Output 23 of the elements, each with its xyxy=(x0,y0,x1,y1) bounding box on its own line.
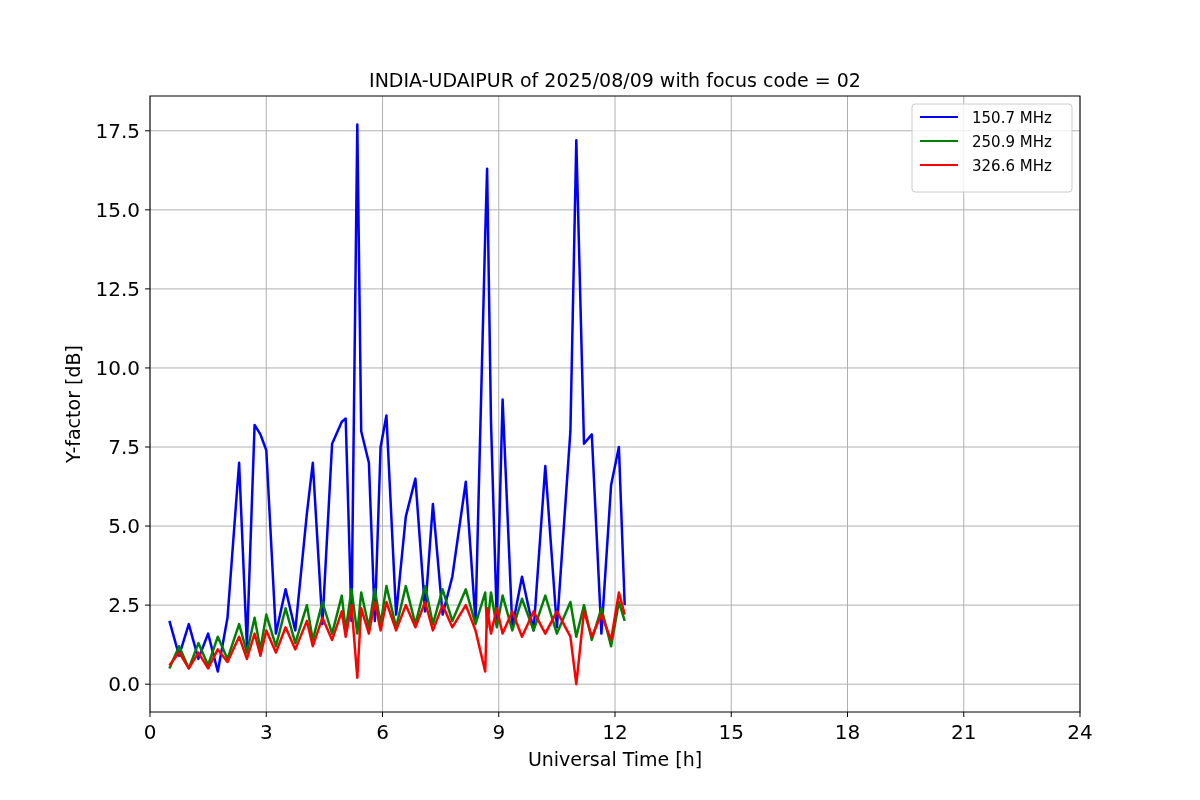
x-tick-label: 3 xyxy=(259,720,273,744)
x-tick-label: 9 xyxy=(492,720,506,744)
y-tick-label: 15.0 xyxy=(95,197,140,222)
x-tick-label: 12 xyxy=(602,720,628,744)
legend-label: 150.7 MHz xyxy=(972,109,1052,127)
y-axis-label: Y-factor [dB] xyxy=(62,345,84,463)
x-axis-label: Universal Time [h] xyxy=(527,748,703,770)
chart-title: INDIA-UDAIPUR of 2025/08/09 with focus code = 02 xyxy=(369,69,861,91)
x-tick-label: 15 xyxy=(718,720,744,744)
legend-label: 326.6 MHz xyxy=(972,157,1052,175)
y-tick-label: 2.5 xyxy=(108,593,140,618)
x-tick-label: 0 xyxy=(143,720,157,744)
legend-label: 250.9 MHz xyxy=(972,133,1052,151)
y-tick-label: 7.5 xyxy=(108,435,140,459)
y-tick-label: 10.0 xyxy=(95,355,140,380)
x-tick-label: 6 xyxy=(376,720,389,744)
x-tick-label: 18 xyxy=(834,720,861,744)
y-tick-label: 12.5 xyxy=(95,276,140,301)
y-tick-label: 17.5 xyxy=(95,118,140,143)
y-tick-label: 5.0 xyxy=(108,514,140,539)
x-tick-label: 21 xyxy=(951,720,977,744)
x-tick-label: 24 xyxy=(1067,720,1093,744)
y-tick-label: 0.0 xyxy=(108,672,140,697)
